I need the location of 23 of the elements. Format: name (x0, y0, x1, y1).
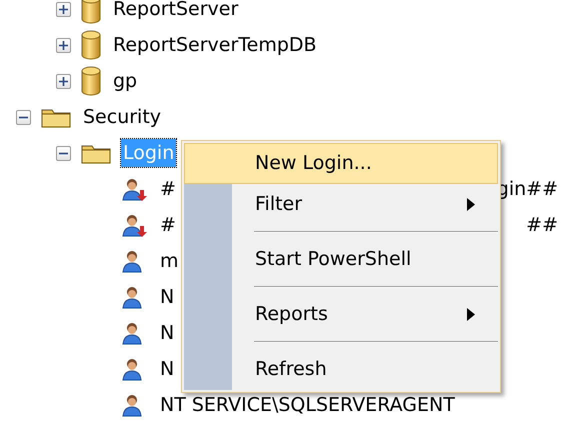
tree-item[interactable]: m (158, 247, 181, 275)
database-icon (81, 0, 101, 24)
expand-icon[interactable] (56, 38, 71, 52)
database-icon (81, 66, 101, 96)
menu-item[interactable]: Start PowerShell (184, 239, 498, 280)
tree-item-text: ## (526, 212, 559, 238)
menu-item[interactable]: Filter (184, 184, 498, 225)
tree-item[interactable]: N (158, 319, 176, 347)
tree-item[interactable]: N (158, 355, 176, 383)
menu-item[interactable]: Reports (184, 294, 498, 335)
database-icon (81, 30, 101, 60)
menu-item[interactable]: New Login... (184, 143, 498, 184)
tree-item[interactable]: Security (81, 103, 164, 131)
tree-item[interactable]: ReportServer (111, 0, 240, 23)
tree-item[interactable]: gp (111, 67, 140, 95)
menu-item[interactable]: Refresh (184, 349, 498, 390)
tree-item[interactable]: N (158, 283, 176, 311)
collapse-icon[interactable] (16, 110, 31, 124)
expand-icon[interactable] (56, 74, 71, 88)
tree-item[interactable]: ReportServerTempDB (111, 31, 319, 59)
expand-icon[interactable] (56, 2, 71, 16)
tree-item[interactable]: NT SERVICE\SQLSERVERAGENT (158, 391, 457, 419)
collapse-icon[interactable] (56, 146, 71, 160)
